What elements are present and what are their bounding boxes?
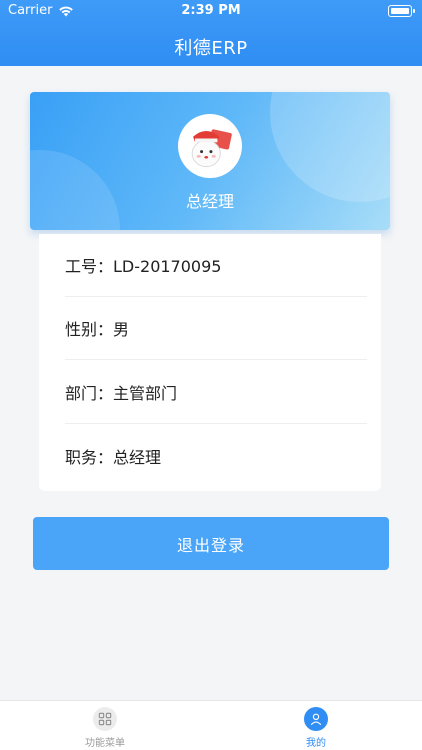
tab-mine[interactable]: 我的 xyxy=(256,707,376,750)
header: Carrier 2:39 PM 利德ERP xyxy=(0,0,422,66)
profile-name: 总经理 xyxy=(185,192,234,211)
user-icon xyxy=(310,713,322,726)
status-bar: Carrier 2:39 PM xyxy=(0,0,422,22)
battery-icon xyxy=(388,5,415,17)
department-text: 部门：主管部门 xyxy=(65,384,178,403)
status-time: 2:39 PM xyxy=(181,3,241,18)
logout-button[interactable]: 退出登录 xyxy=(33,517,389,570)
tab-mine-label: 我的 xyxy=(306,738,326,749)
position-text: 职务：总经理 xyxy=(65,447,162,467)
app-screen: Carrier 2:39 PM 利德ERP 总经理 工号：LD-20170095… xyxy=(0,0,422,750)
position-row: 职务：总经理 xyxy=(65,424,367,487)
department-row: 部门：主管部门 xyxy=(65,361,367,424)
avatar[interactable] xyxy=(178,114,242,178)
tab-function-menu[interactable]: 功能菜单 xyxy=(45,707,165,750)
employee-id-text: 工号：LD-20170095 xyxy=(65,257,222,276)
grid-menu-icon xyxy=(98,712,112,726)
tab-function-menu-label: 功能菜单 xyxy=(85,738,125,749)
info-list: 工号：LD-20170095 性别：男 部门：主管部门 职务：总经理 xyxy=(39,234,381,491)
mascot-avatar-icon xyxy=(180,116,240,176)
tab-bar: 功能菜单 我的 xyxy=(0,700,422,750)
employee-id-row: 工号：LD-20170095 xyxy=(65,234,367,297)
profile-card: 总经理 xyxy=(30,92,390,230)
gender-row: 性别：男 xyxy=(65,297,367,360)
page-title: 利德ERP xyxy=(174,38,248,59)
gender-text: 性别：男 xyxy=(65,320,130,339)
